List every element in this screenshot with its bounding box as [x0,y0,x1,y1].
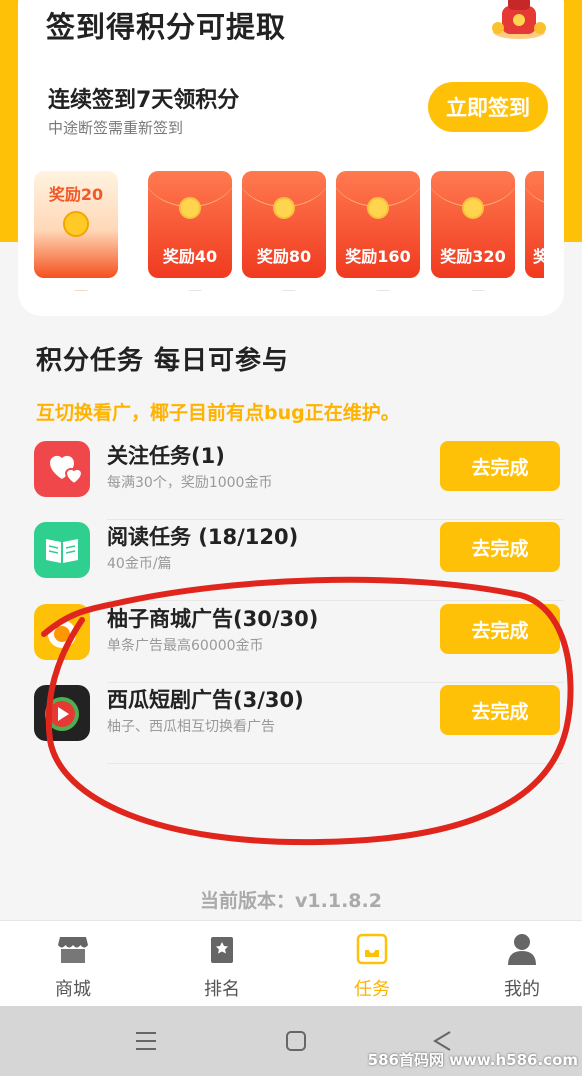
day-label: 7 [525,284,544,291]
day-label: 4天 [242,284,326,291]
pomelo-icon [34,604,90,660]
reward-envelope: 奖励160 [336,171,420,278]
complete-task-button[interactable]: 去完成 [440,685,560,735]
task-description: 每满30个，奖励1000金币 [107,475,273,491]
reward-envelope: 奖励80 [242,171,326,278]
tab-ranking[interactable]: 排名 [172,933,272,1001]
coin-icon [63,211,89,237]
reward-envelope: 奖励20 [34,171,118,278]
day-reward: 奖励40 [162,247,218,266]
ranking-icon [211,937,233,963]
task-item: 阅读任务 (18/120) 40金币/篇 去完成 [34,519,564,601]
store-icon [58,937,88,963]
task-name: 西瓜短剧广告(3/30) [107,688,304,712]
reward-envelope: 奖励320 [431,171,515,278]
checkin-title: 签到得积分可提取 [46,10,287,44]
task-item: 西瓜短剧广告(3/30) 柚子、西瓜相互切换看广告 去完成 [34,682,564,764]
day-reward: 奖励80 [256,247,312,266]
tab-label: 排名 [204,979,240,1000]
heart-icon [34,441,90,497]
task-item: 柚子商城广告(30/30) 单条广告最高60000金币 去完成 [34,601,564,683]
checkin-days: 奖励20 2天 奖励40 3天 奖励80 4天 奖励160 [34,171,544,291]
day-reward: 奖励320 [440,247,506,266]
task-description: 40金币/篇 [107,556,172,572]
coin-icon [462,197,484,219]
coin-icon [273,197,295,219]
day-reward: 奖励20 [48,185,104,204]
user-icon [508,934,536,965]
system-nav-bar: 586首码网 www.h586.com [0,1006,582,1076]
home-icon[interactable] [283,1028,309,1054]
checkin-subtitle: 连续签到7天领积分 [48,88,240,113]
signin-button[interactable]: 立即签到 [428,82,548,132]
tab-label: 商城 [55,979,91,1000]
reward-envelope: 奖励 [525,171,544,278]
day-item[interactable]: 奖励160 5天 [336,171,420,291]
coin-icon [367,197,389,219]
day-label: 2天 [34,284,118,291]
tab-label: 任务 [354,979,390,1000]
watermark: 586首码网 www.h586.com [367,1051,578,1069]
day-label: 3天 [148,284,232,291]
day-item[interactable]: 奖励80 4天 [242,171,326,291]
tab-profile[interactable]: 我的 [472,933,572,1001]
reward-envelope: 奖励40 [148,171,232,278]
tab-label: 我的 [504,979,540,1000]
bottom-tabbar: 商城 排名 任务 我的 [0,920,582,1006]
book-icon [34,522,90,578]
complete-task-button[interactable]: 去完成 [440,522,560,572]
day-reward: 奖励160 [345,247,411,266]
task-name: 关注任务(1) [107,444,225,468]
task-name: 阅读任务 (18/120) [107,525,299,549]
coin-icon [179,197,201,219]
day-item[interactable]: 奖励20 2天 [34,171,118,291]
day-label: 5天 [336,284,420,291]
divider [107,763,564,764]
day-item[interactable]: 奖励 7 [525,171,544,291]
watermelon-icon [34,685,90,741]
mascot-icon [492,0,546,39]
task-item: 关注任务(1) 每满30个，奖励1000金币 去完成 [34,438,564,520]
task-page: 签到得积分可提取 连续签到7天领积分 中途断签需重新签到 立即签到 奖励20 2… [0,0,582,1076]
tasks-title: 积分任务 每日可参与 [36,346,290,376]
menu-icon[interactable] [133,1028,159,1054]
task-icon [356,933,388,965]
day-label: 6天 [431,284,515,291]
task-description: 单条广告最高60000金币 [107,638,264,654]
complete-task-button[interactable]: 去完成 [440,441,560,491]
tab-store[interactable]: 商城 [23,933,123,1001]
day-item[interactable]: 奖励40 3天 [148,171,232,291]
maintenance-notice: 互切换看广，椰子目前有点bug正在维护。 [36,402,400,424]
task-description: 柚子、西瓜相互切换看广告 [107,719,275,735]
task-name: 柚子商城广告(30/30) [107,607,319,631]
complete-task-button[interactable]: 去完成 [440,604,560,654]
day-item[interactable]: 奖励320 6天 [431,171,515,291]
day-reward: 奖励 [533,247,544,266]
tab-tasks[interactable]: 任务 [322,933,422,1001]
version-label: 当前版本：v1.1.8.2 [200,890,382,912]
checkin-hint: 中途断签需重新签到 [48,119,184,137]
